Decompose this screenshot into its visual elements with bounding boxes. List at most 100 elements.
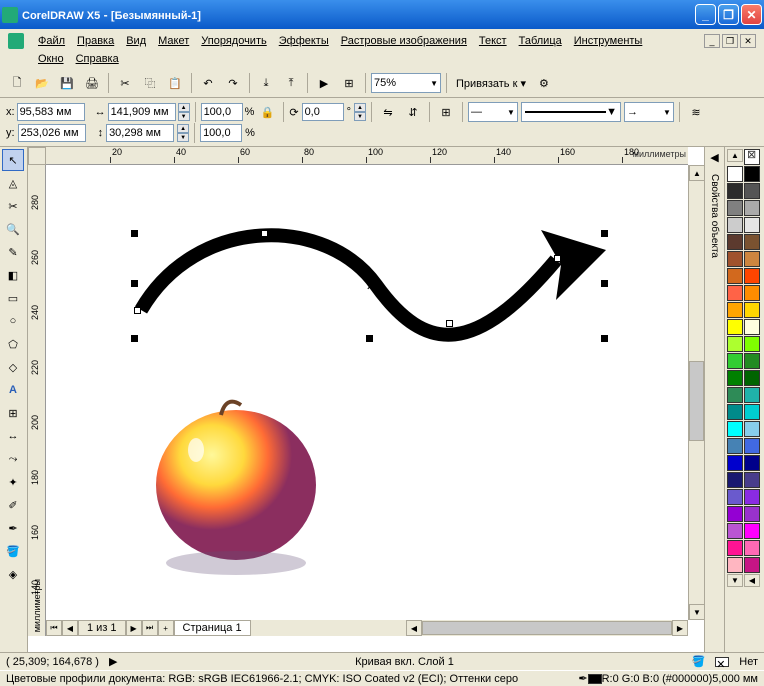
sel-center[interactable]: ✕ — [366, 280, 373, 287]
menu-bitmaps[interactable]: Растровые изображения — [335, 33, 473, 49]
color-swatch[interactable] — [727, 234, 743, 250]
polygon-tool[interactable]: ⬠ — [2, 333, 24, 355]
outline-icon[interactable]: ✒ — [578, 672, 587, 685]
color-swatch[interactable] — [744, 421, 760, 437]
page-tab[interactable]: Страница 1 — [174, 620, 251, 636]
mdi-minimize[interactable]: _ — [704, 34, 720, 48]
connector-tool[interactable]: ⤳ — [2, 448, 24, 470]
mdi-close[interactable]: ✕ — [740, 34, 756, 48]
pick-tool[interactable]: ↖ — [2, 149, 24, 171]
line-style-select[interactable]: ▼ — [521, 102, 621, 122]
sel-node-end[interactable] — [554, 255, 561, 262]
docker-arrow-icon[interactable]: ◀ — [710, 151, 718, 164]
color-swatch[interactable] — [727, 455, 743, 471]
color-swatch[interactable] — [727, 302, 743, 318]
sy-input[interactable]: 100,0 — [200, 124, 242, 142]
color-swatch[interactable] — [727, 336, 743, 352]
interactive-fill-tool[interactable]: ◈ — [2, 563, 24, 585]
color-swatch[interactable] — [727, 540, 743, 556]
color-swatch[interactable] — [744, 217, 760, 233]
freehand-tool[interactable]: ✎ — [2, 241, 24, 263]
next-page[interactable]: ▶ — [126, 620, 142, 636]
welcome-icon[interactable]: ⊞ — [338, 72, 360, 94]
sel-handle-s[interactable] — [366, 335, 373, 342]
color-swatch[interactable] — [727, 489, 743, 505]
options-icon[interactable]: ⚙ — [533, 72, 555, 94]
color-swatch[interactable] — [727, 387, 743, 403]
menu-tools[interactable]: Инструменты — [568, 33, 649, 49]
mirror-h-icon[interactable]: ⇋ — [377, 101, 399, 123]
color-swatch[interactable] — [727, 183, 743, 199]
color-swatch[interactable] — [727, 319, 743, 335]
scroll-right[interactable]: ▶ — [672, 620, 688, 636]
zoom-tool[interactable]: 🔍 — [2, 218, 24, 240]
apple-image[interactable] — [156, 410, 316, 560]
color-swatch[interactable] — [744, 472, 760, 488]
scroll-left[interactable]: ◀ — [406, 620, 422, 636]
palette-expand[interactable]: ◀ — [744, 574, 760, 587]
color-swatch[interactable] — [744, 234, 760, 250]
export-icon[interactable]: ⤒ — [280, 72, 302, 94]
menu-arrange[interactable]: Упорядочить — [195, 33, 272, 49]
eyedropper-tool[interactable]: ✐ — [2, 494, 24, 516]
basic-shapes-tool[interactable]: ◇ — [2, 356, 24, 378]
new-icon[interactable]: 🗋 — [6, 72, 28, 94]
color-swatch[interactable] — [744, 183, 760, 199]
paste-icon[interactable]: 📋 — [164, 72, 186, 94]
spinner-down[interactable]: ▼ — [178, 112, 190, 121]
palette-down[interactable]: ▼ — [727, 574, 743, 587]
color-swatch[interactable] — [727, 285, 743, 301]
color-swatch[interactable] — [744, 268, 760, 284]
align-icon[interactable]: ⊞ — [435, 101, 457, 123]
color-swatch[interactable] — [744, 506, 760, 522]
undo-icon[interactable]: ↶ — [197, 72, 219, 94]
crop-tool[interactable]: ✂ — [2, 195, 24, 217]
sel-handle-e[interactable] — [601, 280, 608, 287]
y-input[interactable]: 253,026 мм — [18, 124, 86, 142]
menu-file[interactable]: Файл — [32, 33, 71, 49]
minimize-button[interactable]: _ — [695, 4, 716, 25]
sel-handle-w[interactable] — [131, 280, 138, 287]
save-icon[interactable]: 💾 — [56, 72, 78, 94]
outline-tool[interactable]: ✒ — [2, 517, 24, 539]
docker-panel[interactable]: ◀ Свойства объекта — [704, 147, 724, 652]
zoom-select[interactable]: 75%▼ — [371, 73, 441, 93]
color-swatch[interactable] — [744, 302, 760, 318]
color-swatch[interactable] — [744, 438, 760, 454]
sx-input[interactable]: 100,0 — [201, 103, 243, 121]
color-swatch[interactable] — [744, 557, 760, 573]
start-arrow-select[interactable]: —▼ — [468, 102, 518, 122]
color-swatch[interactable] — [744, 370, 760, 386]
color-swatch[interactable] — [744, 455, 760, 471]
color-swatch[interactable] — [744, 336, 760, 352]
ellipse-tool[interactable]: ○ — [2, 310, 24, 332]
rectangle-tool[interactable]: ▭ — [2, 287, 24, 309]
end-arrow-select[interactable]: →▼ — [624, 102, 674, 122]
last-page[interactable]: ⏭ — [142, 620, 158, 636]
sel-handle-se[interactable] — [601, 335, 608, 342]
lock-icon[interactable]: 🔒 — [256, 101, 278, 123]
color-swatch[interactable] — [727, 404, 743, 420]
color-swatch[interactable] — [744, 285, 760, 301]
import-icon[interactable]: ⤓ — [255, 72, 277, 94]
vscrollbar[interactable]: ▲ ▼ — [688, 165, 704, 620]
color-swatch[interactable] — [744, 166, 760, 182]
sel-handle-sw[interactable] — [131, 335, 138, 342]
menu-view[interactable]: Вид — [120, 33, 152, 49]
w-input[interactable]: 141,909 мм — [108, 103, 176, 121]
sel-node-start[interactable] — [134, 307, 141, 314]
menu-effects[interactable]: Эффекты — [273, 33, 335, 49]
mirror-v-icon[interactable]: ⇵ — [402, 101, 424, 123]
color-swatch[interactable] — [727, 217, 743, 233]
angle-down[interactable]: ▼ — [354, 112, 366, 121]
redo-icon[interactable]: ↷ — [222, 72, 244, 94]
color-swatch[interactable] — [727, 268, 743, 284]
color-swatch[interactable] — [727, 506, 743, 522]
color-swatch[interactable] — [727, 251, 743, 267]
color-swatch[interactable] — [744, 387, 760, 403]
color-swatch[interactable] — [727, 438, 743, 454]
maximize-button[interactable]: ❐ — [718, 4, 739, 25]
mdi-restore[interactable]: ❐ — [722, 34, 738, 48]
ruler-horizontal[interactable]: миллиметры 20406080100120140160180 — [46, 147, 688, 165]
color-swatch[interactable] — [744, 540, 760, 556]
